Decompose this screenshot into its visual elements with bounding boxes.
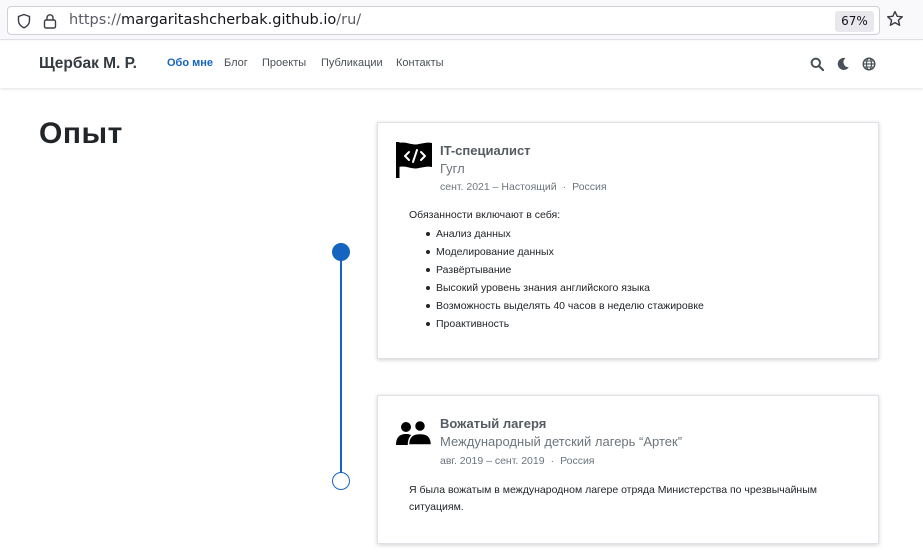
lock-icon[interactable] xyxy=(43,13,57,29)
nav-link-about[interactable]: Обо мне xyxy=(167,57,213,69)
zoom-level-badge[interactable]: 67% xyxy=(835,11,874,32)
nav-link-blog[interactable]: Блог xyxy=(224,57,248,69)
experience-card: Вожатый лагеря Международный детский лаг… xyxy=(377,395,879,544)
timeline-dot-past xyxy=(332,472,350,490)
code-flag-icon xyxy=(396,142,432,178)
nav-link-contacts[interactable]: Контакты xyxy=(396,57,444,69)
page-title: Опыт xyxy=(39,117,123,150)
job-intro: Обязанности включают в себя: xyxy=(409,209,561,221)
job-description-text: Я была вожатым в международном лагере от… xyxy=(409,484,817,513)
job-meta: сент. 2021 – Настоящий · Россия xyxy=(440,181,607,193)
moon-icon[interactable] xyxy=(836,57,850,71)
url-text: https://margaritashcherbak.github.io/ru/ xyxy=(69,12,362,28)
list-item: Высокий уровень знания английского языка xyxy=(426,279,704,297)
globe-icon[interactable] xyxy=(862,57,876,71)
job-description: Я была вожатым в международном лагере от… xyxy=(409,482,849,516)
site-navbar: Щербак М. Р. Обо мне Блог Проекты Публик… xyxy=(0,41,923,88)
job-title: IT-специалист xyxy=(440,143,531,158)
shield-icon[interactable] xyxy=(16,13,32,29)
list-item: Анализ данных xyxy=(426,225,704,243)
list-item: Проактивность xyxy=(426,315,704,333)
timeline-line xyxy=(340,252,342,480)
search-icon[interactable] xyxy=(810,57,824,71)
job-description: Обязанности включают в себя: Анализ данн… xyxy=(409,209,704,333)
nav-link-publications[interactable]: Публикации xyxy=(321,57,383,69)
job-organization: Гугл xyxy=(440,161,465,176)
job-location: Россия xyxy=(572,181,607,193)
users-icon xyxy=(396,419,433,446)
experience-card: IT-специалист Гугл сент. 2021 – Настоящи… xyxy=(377,122,879,359)
job-meta: авг. 2019 – сент. 2019 · Россия xyxy=(440,455,595,467)
browser-toolbar: https://margaritashcherbak.github.io/ru/… xyxy=(0,0,923,40)
job-title: Вожатый лагеря xyxy=(440,416,547,431)
job-location: Россия xyxy=(560,455,595,467)
nav-link-projects[interactable]: Проекты xyxy=(262,57,306,69)
site-brand[interactable]: Щербак М. Р. xyxy=(39,55,137,73)
list-item: Возможность выделять 40 часов в неделю с… xyxy=(426,297,704,315)
address-bar[interactable]: https://margaritashcherbak.github.io/ru/… xyxy=(7,6,880,35)
duties-list: Анализ данных Моделирование данных Развё… xyxy=(409,225,704,333)
list-item: Развёртывание xyxy=(426,261,704,279)
job-organization: Международный детский лагерь “Артек” xyxy=(440,434,683,449)
bookmark-star-icon[interactable] xyxy=(886,10,904,28)
job-dates: сент. 2021 – Настоящий xyxy=(440,181,557,193)
list-item: Моделирование данных xyxy=(426,243,704,261)
job-dates: авг. 2019 – сент. 2019 xyxy=(440,455,545,467)
timeline-dot-current xyxy=(332,243,350,261)
